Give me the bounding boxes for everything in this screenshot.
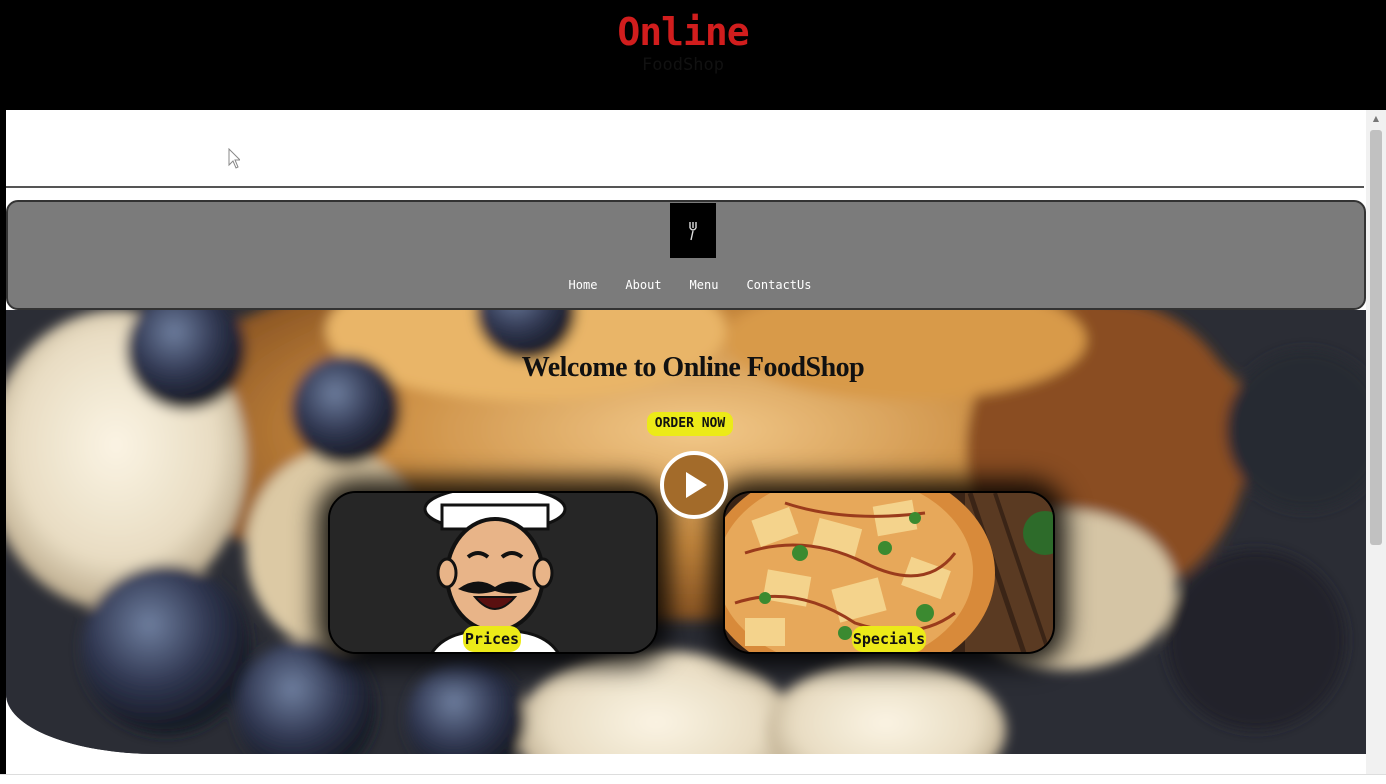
nav-links: Home About Menu ContactUs	[0, 278, 1386, 292]
fork-icon	[689, 221, 697, 240]
scrollbar-thumb[interactable]	[1370, 130, 1382, 545]
brand-title: Online	[617, 10, 749, 54]
scroll-up-arrow-icon[interactable]: ▲	[1370, 114, 1382, 124]
play-video-button[interactable]	[660, 451, 728, 519]
food-logo-icon[interactable]	[670, 203, 716, 258]
prices-button[interactable]: Prices	[463, 626, 521, 652]
play-icon	[686, 472, 707, 498]
site-header	[6, 110, 1366, 190]
order-now-button[interactable]: ORDER NOW	[647, 412, 733, 436]
hero-title: Welcome to Online FoodShop	[521, 352, 865, 383]
brand-subtitle: FoodShop	[642, 55, 724, 75]
nav-about-link[interactable]: About	[625, 278, 661, 292]
nav-home-link[interactable]: Home	[569, 278, 598, 292]
specials-button[interactable]: Specials	[852, 626, 926, 652]
mouse-cursor-icon	[228, 148, 240, 169]
page-bottom-edge	[0, 774, 1386, 784]
nav-menu-link[interactable]: Menu	[690, 278, 719, 292]
header-divider	[6, 186, 1364, 188]
nav-contactus-link[interactable]: ContactUs	[746, 278, 811, 292]
